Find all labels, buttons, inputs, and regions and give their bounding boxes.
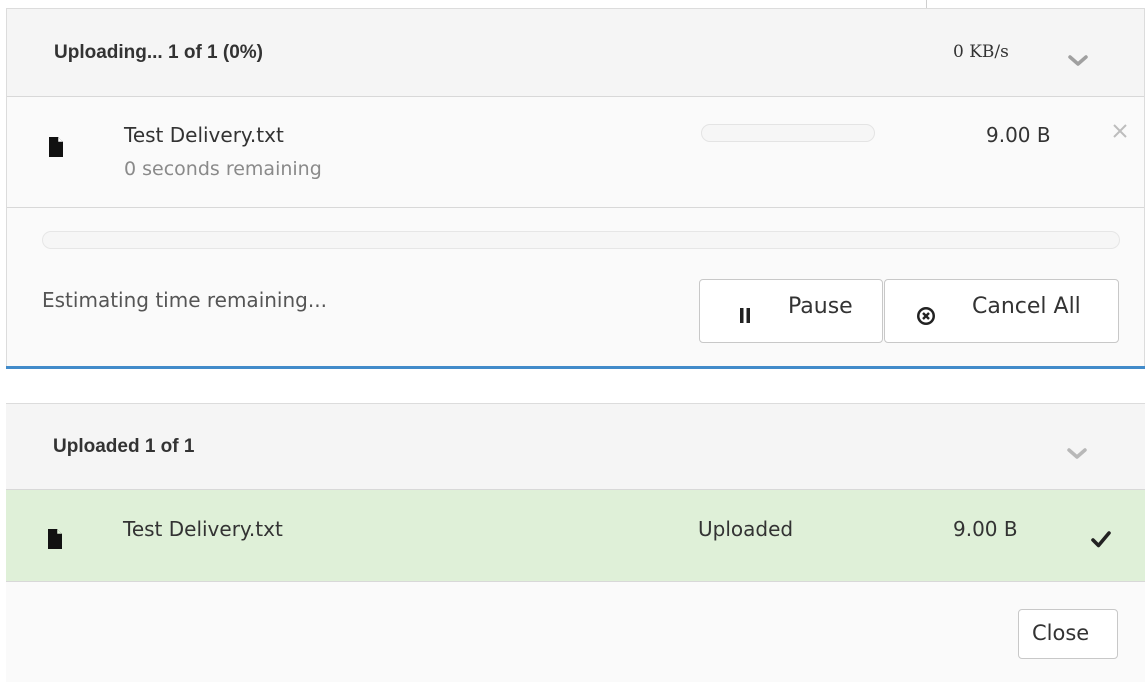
estimating-status: Estimating time remaining... bbox=[42, 288, 327, 312]
chevron-down-icon[interactable] bbox=[1065, 49, 1091, 71]
chevron-down-icon[interactable] bbox=[1064, 442, 1090, 464]
file-time-remaining: 0 seconds remaining bbox=[124, 158, 322, 180]
upload-panel-footer: Estimating time remaining... Pause Cance… bbox=[7, 208, 1144, 367]
uploaded-panel-footer: Close bbox=[6, 582, 1145, 682]
file-status: Uploaded bbox=[698, 517, 794, 541]
file-size: 9.00 B bbox=[986, 123, 1051, 147]
pause-button[interactable]: Pause bbox=[699, 279, 883, 343]
upload-file-row: Test Delivery.txt 0 seconds remaining 9.… bbox=[7, 97, 1144, 208]
uploaded-panel: Uploaded 1 of 1 Test Delivery.txt Upload… bbox=[6, 403, 1145, 682]
uploaded-panel-header[interactable]: Uploaded 1 of 1 bbox=[6, 404, 1145, 490]
cancel-circle-icon bbox=[917, 307, 935, 325]
close-button-label: Close bbox=[1032, 621, 1090, 645]
upload-panel-header[interactable]: Uploading... 1 of 1 (0%) 0 KB/s bbox=[7, 9, 1144, 97]
file-name: Test Delivery.txt bbox=[123, 517, 283, 541]
upload-progress-panel: Uploading... 1 of 1 (0%) 0 KB/s Test Del… bbox=[6, 8, 1145, 367]
cancel-all-button-label: Cancel All bbox=[972, 294, 1081, 319]
close-icon[interactable] bbox=[1109, 120, 1131, 142]
upload-speed: 0 KB/s bbox=[953, 42, 1009, 62]
overall-progress-bar bbox=[42, 231, 1120, 249]
top-edge-tick bbox=[926, 0, 927, 8]
uploaded-panel-title: Uploaded 1 of 1 bbox=[53, 436, 195, 457]
panel-divider bbox=[6, 366, 1145, 369]
close-button[interactable]: Close bbox=[1018, 609, 1118, 659]
file-name: Test Delivery.txt bbox=[124, 123, 284, 147]
pause-icon bbox=[740, 308, 750, 323]
uploaded-file-row: Test Delivery.txt Uploaded 9.00 B bbox=[6, 490, 1145, 582]
file-size: 9.00 B bbox=[953, 517, 1018, 541]
pause-button-label: Pause bbox=[788, 294, 853, 319]
upload-panel-title: Uploading... 1 of 1 (0%) bbox=[54, 42, 264, 63]
file-icon bbox=[49, 137, 63, 157]
file-progress-bar bbox=[701, 124, 875, 142]
check-icon bbox=[1091, 531, 1111, 548]
file-icon bbox=[48, 529, 62, 549]
cancel-all-button[interactable]: Cancel All bbox=[884, 279, 1119, 343]
